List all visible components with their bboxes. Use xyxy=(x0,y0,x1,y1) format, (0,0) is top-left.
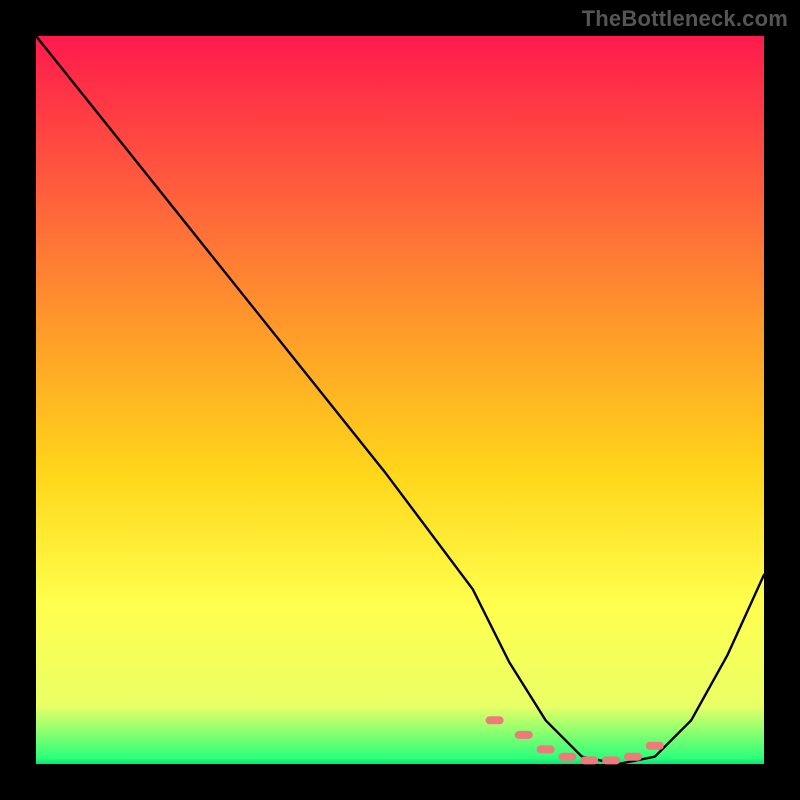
marker-dot xyxy=(515,731,533,739)
bottleneck-curve xyxy=(36,36,764,764)
curve-layer xyxy=(36,36,764,764)
plot-area xyxy=(36,36,764,764)
marker-dot xyxy=(624,753,642,761)
watermark-text: TheBottleneck.com xyxy=(582,6,788,32)
marker-dot xyxy=(486,716,504,724)
chart-frame: TheBottleneck.com xyxy=(0,0,800,800)
marker-dot xyxy=(558,753,576,761)
marker-dot xyxy=(646,742,664,750)
marker-dot xyxy=(602,756,620,764)
highlight-band xyxy=(486,716,664,764)
marker-dot xyxy=(580,756,598,764)
marker-dot xyxy=(537,745,555,753)
